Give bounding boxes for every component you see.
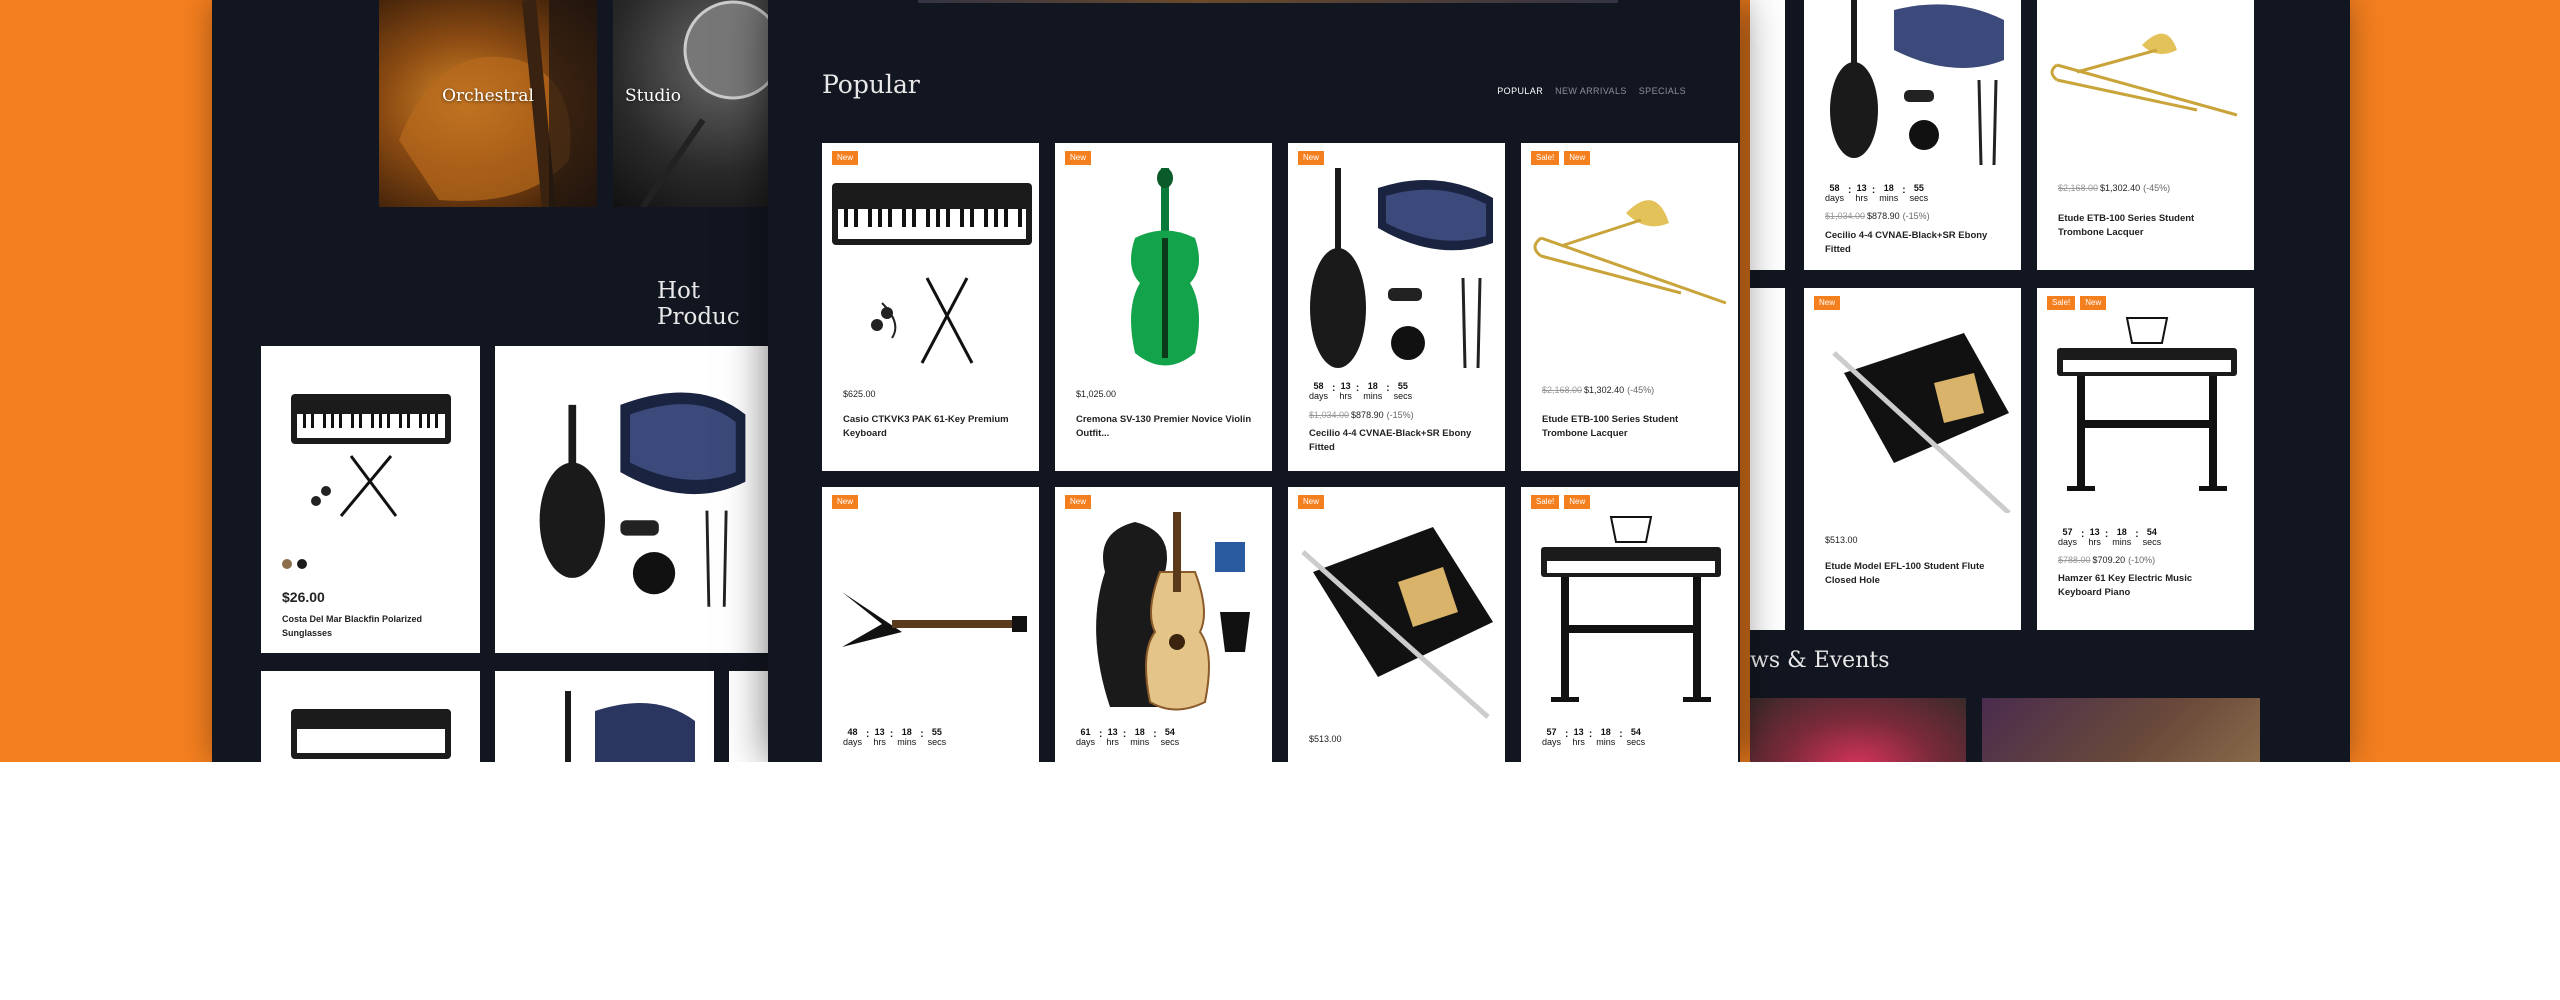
product-card[interactable]: New $513.00 xyxy=(1288,487,1505,762)
product-card xyxy=(1750,288,1785,630)
product-card[interactable] xyxy=(261,671,480,762)
news-thumbnail[interactable] xyxy=(1750,698,1966,762)
product-price: $2,168.00 $1,302.40 (-45%) xyxy=(2058,183,2171,193)
product-card[interactable]: Sale! New 57 days: 13 hrs: 18 mins: 54 secs $… xyxy=(2037,288,2254,630)
trombone-icon xyxy=(1533,200,1727,305)
product-card[interactable] xyxy=(495,346,770,653)
badge-group: New xyxy=(1298,495,1325,509)
product-price: $513.00 xyxy=(1309,734,1342,744)
section-title: Hot Produc xyxy=(657,278,740,330)
trombone-icon xyxy=(2050,33,2238,117)
product-price: $26.00 xyxy=(282,589,325,605)
product-card[interactable]: Sale! New 57 days: 13 hrs: 18 mins: 54 secs xyxy=(1521,487,1738,762)
product-card[interactable]: New $625.00 Casio CTKVK3 PAK 61-Key Prem… xyxy=(822,143,1039,471)
product-card[interactable]: New $1,025.00 Cremona SV-130 Premier Nov… xyxy=(1055,143,1272,471)
product-name[interactable]: Cecilio 4-4 CVNAE-Black+SR Ebony Fitted xyxy=(1309,427,1489,455)
category-banner-studio[interactable]: Studio xyxy=(613,0,770,207)
new-badge: New xyxy=(832,151,859,165)
badge-group: New xyxy=(832,495,859,509)
new-badge: New xyxy=(1065,495,1092,509)
keyboard-icon xyxy=(832,183,1032,364)
product-name[interactable]: Cremona SV-130 Premier Novice Violin Out… xyxy=(1076,413,1256,441)
product-card[interactable]: New 48 days: 13 hrs: 18 mins: 55 secs xyxy=(822,487,1039,762)
product-price: $625.00 xyxy=(843,389,876,399)
color-swatch[interactable] xyxy=(297,559,307,569)
badge-group: Sale! New xyxy=(1531,151,1591,165)
product-card[interactable]: 58 days: 13 hrs: 18 mins: 55 secs $1,034.00 $… xyxy=(1804,0,2021,270)
countdown-timer: 58 days: 13 hrs: 18 mins: 55 secs xyxy=(1825,183,1929,203)
product-name[interactable]: Etude ETB-100 Series Student Trombone La… xyxy=(2058,212,2238,240)
product-price: $2,168.00 $1,302.40 (-45%) xyxy=(1542,385,1655,395)
color-swatch[interactable] xyxy=(282,559,292,569)
electric-guitar-icon xyxy=(842,592,1027,647)
countdown-timer: 61 days: 13 hrs: 18 mins: 54 secs xyxy=(1076,727,1180,747)
category-label: Orchestral xyxy=(442,86,534,106)
product-card[interactable]: New $513.00 Etude Model EFL-100 Student … xyxy=(1804,288,2021,630)
violin-case-icon xyxy=(1310,168,1493,369)
tab-popular[interactable]: POPULAR xyxy=(1497,86,1543,96)
countdown-timer: 58 days: 13 hrs: 18 mins: 55 secs xyxy=(1309,381,1413,401)
product-name[interactable]: Casio CTKVK3 PAK 61-Key Premium Keyboard xyxy=(843,413,1023,441)
acoustic-guitar-icon xyxy=(1096,512,1250,711)
center-theme-panel: Popular POPULAR NEW ARRIVALS SPECIALS Ne… xyxy=(768,0,1740,762)
keyboard-stand-icon xyxy=(1541,516,1721,702)
new-badge: New xyxy=(1564,151,1591,165)
keyboard-icon xyxy=(291,394,451,517)
product-name[interactable]: Cecilio 4-4 CVNAE-Black+SR Ebony Fitted xyxy=(1825,229,2005,257)
product-price: $513.00 xyxy=(1825,535,1858,545)
news-thumbnail[interactable] xyxy=(1982,698,2260,762)
flute-icon xyxy=(1832,333,2011,513)
product-card[interactable]: New 61 days: 13 hrs: 18 mins: 54 secs xyxy=(1055,487,1272,762)
keyboard-icon xyxy=(291,709,451,759)
product-card[interactable] xyxy=(729,671,770,762)
violin-case-icon xyxy=(539,392,746,607)
news-section-title: ws & Events xyxy=(1750,648,1890,673)
green-violin-icon xyxy=(1131,168,1199,366)
tab-specials[interactable]: SPECIALS xyxy=(1639,86,1686,96)
countdown-timer: 48 days: 13 hrs: 18 mins: 55 secs xyxy=(843,727,947,747)
new-badge: New xyxy=(832,495,859,509)
product-card[interactable]: $26.00 Costa Del Mar Blackfin Polarized … xyxy=(261,346,480,653)
product-tabs: POPULAR NEW ARRIVALS SPECIALS xyxy=(1497,86,1686,96)
violin-case-icon xyxy=(1830,0,2004,166)
category-banner-orchestral[interactable]: Orchestral xyxy=(379,0,597,207)
hero-slider-edge xyxy=(918,0,1618,3)
tab-new-arrivals[interactable]: NEW ARRIVALS xyxy=(1555,86,1627,96)
badge-group: New xyxy=(1065,495,1092,509)
new-badge: New xyxy=(1298,151,1325,165)
product-name[interactable]: Etude Model EFL-100 Student Flute Closed… xyxy=(1825,560,2005,588)
category-label: Studio xyxy=(625,86,681,106)
product-card[interactable]: $2,168.00 $1,302.40 (-45%) Etude ETB-100 S… xyxy=(2037,0,2254,270)
product-card xyxy=(1750,0,1785,270)
right-theme-panel: 58 days: 13 hrs: 18 mins: 55 secs $1,034.00 $… xyxy=(1750,0,2350,762)
section-title: Popular xyxy=(822,70,920,99)
product-card[interactable]: New 58 days: 13 hrs: 18 mins: 55 secs $1,034… xyxy=(1288,143,1505,471)
sale-badge: Sale! xyxy=(1531,151,1560,165)
badge-group: New xyxy=(1814,296,1841,310)
product-name[interactable]: Costa Del Mar Blackfin Polarized Sunglas… xyxy=(282,612,464,640)
keyboard-stand-icon xyxy=(2057,317,2237,491)
product-price: $788.00 $709.20 (-10%) xyxy=(2058,555,2156,565)
flute-icon xyxy=(1301,527,1493,719)
left-theme-panel: Orchestral Studio Hot Produc $26.00 Cost… xyxy=(212,0,770,762)
product-card[interactable]: Sale! New $2,168.00 $1,302.40 (-45%) Etude … xyxy=(1521,143,1738,471)
new-badge: New xyxy=(1298,495,1325,509)
badge-group: New xyxy=(1298,151,1325,165)
product-price: $1,034.00 $878.90 (-15%) xyxy=(1309,410,1414,420)
product-name[interactable]: Hamzer 61 Key Electric Music Keyboard Pi… xyxy=(2058,572,2238,600)
new-badge: New xyxy=(1065,151,1092,165)
countdown-timer: 57 days: 13 hrs: 18 mins: 54 secs xyxy=(1542,727,1646,747)
product-name[interactable]: Etude ETB-100 Series Student Trombone La… xyxy=(1542,413,1722,441)
product-price: $1,034.00 $878.90 (-15%) xyxy=(1825,211,1930,221)
countdown-timer: 57 days: 13 hrs: 18 mins: 54 secs xyxy=(2058,527,2162,547)
product-card[interactable] xyxy=(495,671,714,762)
new-badge: New xyxy=(1814,296,1841,310)
badge-group: New xyxy=(832,151,859,165)
product-price: $1,025.00 xyxy=(1076,389,1117,399)
showcase-stage: Orchestral Studio Hot Produc $26.00 Cost… xyxy=(0,0,2560,762)
badge-group: New xyxy=(1065,151,1092,165)
violin-case-icon xyxy=(565,691,695,762)
